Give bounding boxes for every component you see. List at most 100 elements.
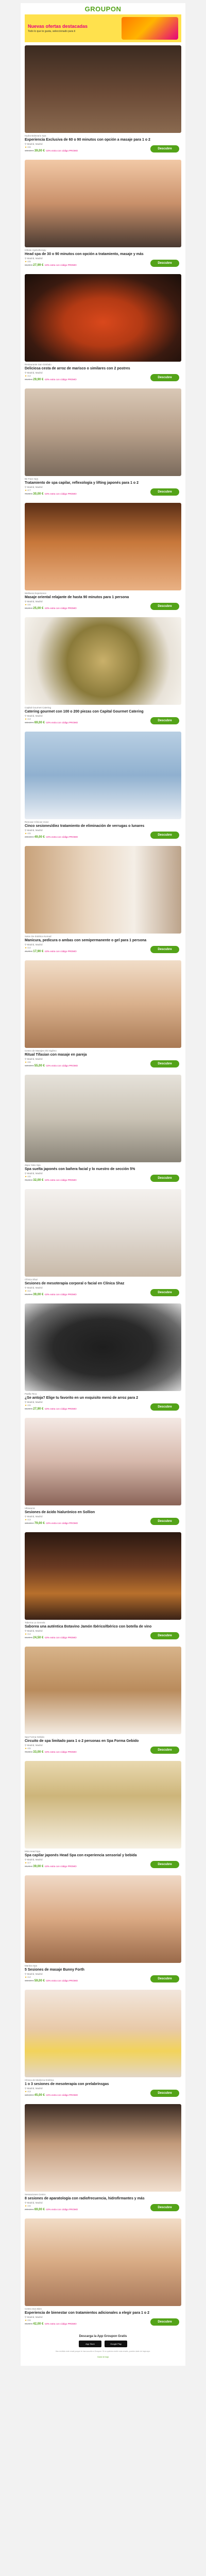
deal-merchant: Paella Teca: [25, 1393, 37, 1395]
deal-card[interactable]: Hydra Balneario Spa Experiencia Exclusiv…: [25, 42, 181, 157]
deal-title[interactable]: Masaje oriental relajante de hasta 90 mi…: [25, 596, 177, 600]
deal-location-text: Madrid, Madrid: [27, 1515, 43, 1518]
email-body: GROUPON Nuevas ofertas destacadas Todo l…: [21, 3, 185, 2366]
deal-title[interactable]: Experiencia Exclusiva de 60 o 90 minutos…: [25, 138, 177, 142]
deal-info: Zapo Yako Spa Spa suelta japonés con bañ…: [25, 1162, 181, 1186]
deal-title[interactable]: Ritual Tifasian con masaje en pareja: [25, 1053, 177, 1057]
discover-button[interactable]: Descubre: [150, 1289, 179, 1296]
deal-image[interactable]: [25, 2104, 181, 2192]
discover-button[interactable]: Descubre: [150, 603, 179, 610]
deal-image[interactable]: [25, 1532, 181, 1620]
groupon-logo[interactable]: GROUPON: [85, 5, 122, 13]
deal-card[interactable]: Be Face Spa Tratamiento de spa capilar, …: [25, 385, 181, 500]
deal-card[interactable]: Centro de Masajes Oki Sigilmo Ritual Tif…: [25, 957, 181, 1072]
deal-image[interactable]: [25, 45, 181, 133]
discount-price: 33,00 €: [33, 1751, 44, 1754]
deal-card[interactable]: Taberna La Gemela Saborea una auténtica …: [25, 1529, 181, 1643]
discover-button[interactable]: Descubre: [150, 1975, 179, 1982]
deal-card[interactable]: Renovar Clínicas Voice Cinco sesiones/di…: [25, 728, 181, 843]
deal-title[interactable]: 1 o 3 sesiones de mesoterapia con prelab…: [25, 2082, 177, 2087]
deal-title[interactable]: Deliciosa cesta de arroz de marisco o si…: [25, 367, 177, 371]
original-price: 70,00 €: [25, 1751, 33, 1753]
deal-image[interactable]: [25, 1761, 181, 1849]
discover-button[interactable]: Descubre: [150, 1632, 179, 1639]
deal-image[interactable]: [25, 960, 181, 1048]
unsubscribe-link[interactable]: Darse de baja: [26, 2356, 180, 2359]
deal-image[interactable]: [25, 160, 181, 247]
deal-title[interactable]: ¿Se antoja? Elige tu favorito en un exqu…: [25, 1396, 177, 1400]
deal-card[interactable]: Salon De Estética Nomad Manicura, pedicu…: [25, 843, 181, 957]
deal-title[interactable]: Spa suelta japonés con bañera facial y l…: [25, 1167, 177, 1172]
promo-extra: -10% extra con código PROMO: [44, 950, 77, 953]
deal-card[interactable]: Capital Gourmet Catering Catering gourme…: [25, 614, 181, 728]
deal-title[interactable]: Head spa de 30 o 90 minutos con opción a…: [25, 252, 177, 257]
google-play-badge[interactable]: Google Play: [105, 2341, 127, 2347]
original-price: 95,00 €: [25, 2323, 33, 2325]
discover-button[interactable]: Descubre: [150, 145, 179, 152]
promo-banner[interactable]: Nuevas ofertas destacadas Todo lo que te…: [25, 14, 181, 42]
discover-button[interactable]: Descubre: [150, 1060, 179, 1067]
deal-merchant: Clínica de Medicina Estética: [25, 2079, 54, 2081]
discover-button[interactable]: Descubre: [150, 488, 179, 496]
deal-title[interactable]: Manicura, pedicura o ambas con semiperma…: [25, 939, 177, 943]
deal-title[interactable]: Catering gourmet con 100 o 200 piezas co…: [25, 710, 177, 714]
deal-title[interactable]: Spa capilar japonés Head Spa con experie…: [25, 1854, 177, 1858]
deal-image[interactable]: [25, 846, 181, 934]
discover-button[interactable]: Descubre: [150, 832, 179, 839]
discover-button[interactable]: Descubre: [150, 1175, 179, 1182]
deal-image[interactable]: [25, 503, 181, 590]
discover-button[interactable]: Descubre: [150, 260, 179, 267]
deal-card[interactable]: Clínica de Medicina Estética 1 o 3 sesio…: [25, 1987, 181, 2101]
deal-merchant: Capital Gourmet Catering: [25, 706, 52, 709]
deal-rating-value: 4.4: [27, 1633, 31, 1635]
deal-title[interactable]: Sesiones de ácido hialurónico en Sollion: [25, 1511, 177, 1515]
discover-button[interactable]: Descubre: [150, 946, 179, 953]
deal-image[interactable]: [25, 1647, 181, 1734]
deal-card[interactable]: Centro Dos Bien Experiencia de bienestar…: [25, 2215, 181, 2330]
deal-card[interactable]: Ultrasonic Sesiones de ácido hialurónico…: [25, 1415, 181, 1529]
discover-button[interactable]: Descubre: [150, 717, 179, 724]
deal-image[interactable]: [25, 1990, 181, 2077]
deal-title[interactable]: Sesiones de mesoterapia corporal o facia…: [25, 1282, 177, 1286]
discover-button[interactable]: Descubre: [150, 374, 179, 381]
deal-image[interactable]: [25, 732, 181, 819]
deal-title[interactable]: Saborea una auténtica Botavino Jamón Ibé…: [25, 1625, 177, 1629]
deal-card[interactable]: Restaurante San Gimbalo Deliciosa cesta …: [25, 271, 181, 385]
deal-card[interactable]: Wellness Experience Masaje oriental rela…: [25, 500, 181, 614]
deal-image[interactable]: [25, 388, 181, 476]
deal-title[interactable]: Circuito de spa limitado para 1 o 2 pers…: [25, 1739, 177, 1743]
deal-card[interactable]: Spa Forma Gebido Circuito de spa limitad…: [25, 1643, 181, 1758]
deal-title[interactable]: Cinco sesiones/diez tratamiento de elimi…: [25, 824, 177, 828]
deal-image[interactable]: [25, 274, 181, 362]
deal-card[interactable]: Mira Head Spa Spa capilar japonés Head S…: [25, 1758, 181, 1872]
deal-card[interactable]: Infinite Hydrotherapy Head spa de 30 o 9…: [25, 157, 181, 271]
deal-image[interactable]: [25, 1875, 181, 1963]
deal-title[interactable]: Experiencia de bienestar con tratamiento…: [25, 2311, 177, 2315]
deal-image[interactable]: [25, 617, 181, 705]
deal-card[interactable]: Clínica Shaz Sesiones de mesoterapia cor…: [25, 1186, 181, 1300]
discover-button[interactable]: Descubre: [150, 2204, 179, 2211]
discover-button[interactable]: Descubre: [150, 1518, 179, 1525]
deal-image[interactable]: [25, 1075, 181, 1162]
deal-image[interactable]: [25, 2218, 181, 2306]
deal-card[interactable]: Paella Teca ¿Se antoja? Elige tu favorit…: [25, 1300, 181, 1415]
original-price: 150,00 €: [25, 1979, 34, 1982]
deal-card[interactable]: Maritza Spa 5 Sesiones de masaje Bunny F…: [25, 1872, 181, 1987]
deal-info: Ultrasonic Sesiones de ácido hialurónico…: [25, 1505, 181, 1529]
deal-image[interactable]: [25, 1418, 181, 1505]
deal-title[interactable]: 8 sesiones de aparatología con radiofrec…: [25, 2197, 177, 2201]
discover-button[interactable]: Descubre: [150, 1403, 179, 1411]
deal-card[interactable]: Sensaciones Centro 8 sesiones de aparato…: [25, 2101, 181, 2215]
discover-button[interactable]: Descubre: [150, 1747, 179, 1754]
discover-button[interactable]: Descubre: [150, 2090, 179, 2097]
discover-button[interactable]: Descubre: [150, 1861, 179, 1868]
deal-info: Maritza Spa 5 Sesiones de masaje Bunny F…: [25, 1963, 181, 1987]
deal-image[interactable]: [25, 1189, 181, 1277]
deal-card[interactable]: Zapo Yako Spa Spa suelta japonés con bañ…: [25, 1072, 181, 1186]
deal-image[interactable]: [25, 1303, 181, 1391]
deal-title[interactable]: 5 Sesiones de masaje Bunny Forth: [25, 1968, 177, 1972]
app-store-badge[interactable]: App Store: [79, 2341, 101, 2347]
discover-button[interactable]: Descubre: [150, 2318, 179, 2326]
deal-title[interactable]: Tratamiento de spa capilar, reflexología…: [25, 481, 177, 485]
deal-rating-value: 4.5: [27, 1747, 31, 1750]
